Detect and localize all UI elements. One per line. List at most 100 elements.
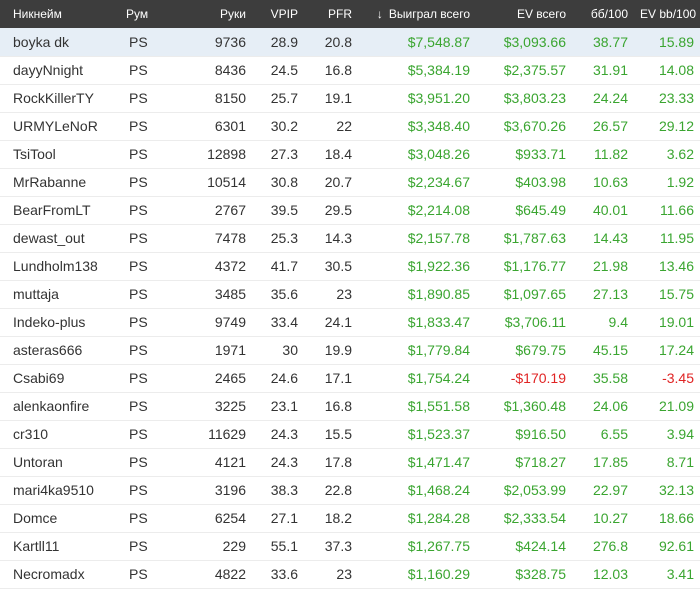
cell-vpip: 27.3 [252,140,304,169]
cell-vpip: 24.3 [252,420,304,449]
cell-ev-bb100: 92.61 [634,532,700,561]
cell-bb100: 276.8 [572,532,634,561]
table-row[interactable]: alenkaonfire PS 3225 23.1 16.8 $1,551.58 $1,36… [0,392,700,421]
table-row[interactable]: Untoran PS 4121 24.3 17.8 $1,471.47 $718.27 17.… [0,448,700,477]
cell-pfr: 16.8 [304,392,358,421]
cell-vpip: 41.7 [252,252,304,281]
table-row[interactable]: dewast_out PS 7478 25.3 14.3 $2,157.78 $1,787.… [0,224,700,253]
cell-ev-total: $403.98 [476,168,572,197]
table-row[interactable]: Necromadx PS 4822 33.6 23 $1,160.29 $328.75 12.… [0,560,700,589]
cell-nickname: boyka dk [0,28,118,57]
table-row[interactable]: Csabi69 PS 2465 24.6 17.1 $1,754.24 -$170.19 35… [0,364,700,393]
cell-nickname: asteras666 [0,336,118,365]
table-row[interactable]: TsiTool PS 12898 27.3 18.4 $3,048.26 $933.71 11… [0,140,700,169]
table-row[interactable]: Domce PS 6254 27.1 18.2 $1,284.28 $2,333.54 10.… [0,504,700,533]
column-header-vpip[interactable]: VPIP [252,0,304,28]
column-header-ev-bb100[interactable]: EV bb/100 [634,0,700,28]
cell-room: PS [118,308,172,337]
cell-hands: 9749 [172,308,252,337]
cell-ev-bb100: 18.66 [634,504,700,533]
column-header-bb100[interactable]: бб/100 [572,0,634,28]
table-row[interactable]: URMYLeNoR PS 6301 30.2 22 $3,348.40 $3,670.26 2… [0,112,700,141]
column-header-hands[interactable]: Руки [172,0,252,28]
cell-vpip: 38.3 [252,476,304,505]
cell-pfr: 17.1 [304,364,358,393]
cell-ev-bb100: 19.01 [634,308,700,337]
table-row[interactable]: asteras666 PS 1971 30 19.9 $1,779.84 $679.75 45… [0,336,700,365]
cell-ev-total: $1,176.77 [476,252,572,281]
table-row[interactable]: cr310 PS 11629 24.3 15.5 $1,523.37 $916.50 6.55… [0,420,700,449]
cell-bb100: 35.58 [572,364,634,393]
cell-nickname: BearFromLT [0,196,118,225]
cell-hands: 6301 [172,112,252,141]
table-row[interactable]: dayyNnight PS 8436 24.5 16.8 $5,384.19 $2,375.… [0,56,700,85]
cell-nickname: Necromadx [0,560,118,589]
cell-nickname: dewast_out [0,224,118,253]
cell-vpip: 25.7 [252,84,304,113]
cell-nickname: URMYLeNoR [0,112,118,141]
cell-room: PS [118,504,172,533]
table-row[interactable]: RockKillerTY PS 8150 25.7 19.1 $3,951.20 $3,80… [0,84,700,113]
column-header-nickname[interactable]: Никнейм [0,0,118,28]
cell-vpip: 30.8 [252,168,304,197]
cell-ev-bb100: 11.66 [634,196,700,225]
table-body: boyka dk PS 9736 28.9 20.8 $7,548.87 $3,093.66… [0,28,700,589]
cell-nickname: dayyNnight [0,56,118,85]
cell-room: PS [118,476,172,505]
cell-ev-bb100: 15.89 [634,28,700,57]
cell-bb100: 21.98 [572,252,634,281]
cell-room: PS [118,280,172,309]
cell-ev-bb100: 15.75 [634,280,700,309]
table-row[interactable]: mari4ka9510 PS 3196 38.3 22.8 $1,468.24 $2,053… [0,476,700,505]
cell-hands: 8150 [172,84,252,113]
cell-won-total: $1,833.47 [358,308,476,337]
cell-won-total: $1,779.84 [358,336,476,365]
cell-ev-total: $424.14 [476,532,572,561]
table-row[interactable]: muttaja PS 3485 35.6 23 $1,890.85 $1,097.65 27.… [0,280,700,309]
cell-nickname: mari4ka9510 [0,476,118,505]
cell-won-total: $2,157.78 [358,224,476,253]
table-row[interactable]: Indeko-plus PS 9749 33.4 24.1 $1,833.47 $3,706… [0,308,700,337]
cell-won-total: $3,048.26 [358,140,476,169]
cell-won-total: $1,922.36 [358,252,476,281]
cell-ev-bb100: 11.95 [634,224,700,253]
column-header-won-total[interactable]: ↓ Выиграл всего [358,0,476,28]
column-header-ev-total[interactable]: EV всего [476,0,572,28]
cell-ev-bb100: 1.92 [634,168,700,197]
cell-pfr: 23 [304,280,358,309]
cell-nickname: Csabi69 [0,364,118,393]
table-row[interactable]: BearFromLT PS 2767 39.5 29.5 $2,214.08 $645.49… [0,196,700,225]
table-row[interactable]: Kartll11 PS 229 55.1 37.3 $1,267.75 $424.14 276… [0,532,700,561]
cell-won-total: $1,890.85 [358,280,476,309]
column-header-room[interactable]: Рум [118,0,172,28]
table-row[interactable]: Lundholm138 PS 4372 41.7 30.5 $1,922.36 $1,176… [0,252,700,281]
cell-ev-bb100: 14.08 [634,56,700,85]
cell-won-total: $1,754.24 [358,364,476,393]
cell-hands: 8436 [172,56,252,85]
cell-nickname: Untoran [0,448,118,477]
cell-won-total: $2,234.67 [358,168,476,197]
cell-room: PS [118,112,172,141]
column-header-pfr[interactable]: PFR [304,0,358,28]
cell-hands: 12898 [172,140,252,169]
cell-hands: 3485 [172,280,252,309]
cell-bb100: 45.15 [572,336,634,365]
cell-won-total: $1,523.37 [358,420,476,449]
cell-pfr: 22 [304,112,358,141]
table-row[interactable]: boyka dk PS 9736 28.9 20.8 $7,548.87 $3,093.66… [0,28,700,57]
table-row[interactable]: MrRabanne PS 10514 30.8 20.7 $2,234.67 $403.98… [0,168,700,197]
cell-pfr: 15.5 [304,420,358,449]
cell-pfr: 30.5 [304,252,358,281]
cell-ev-bb100: -3.45 [634,364,700,393]
cell-ev-bb100: 32.13 [634,476,700,505]
cell-ev-bb100: 8.71 [634,448,700,477]
cell-ev-total: $679.75 [476,336,572,365]
cell-pfr: 29.5 [304,196,358,225]
cell-ev-total: $2,375.57 [476,56,572,85]
cell-bb100: 6.55 [572,420,634,449]
cell-won-total: $3,951.20 [358,84,476,113]
cell-pfr: 24.1 [304,308,358,337]
cell-ev-total: $2,333.54 [476,504,572,533]
cell-ev-bb100: 3.41 [634,560,700,589]
cell-ev-total: $1,360.48 [476,392,572,421]
